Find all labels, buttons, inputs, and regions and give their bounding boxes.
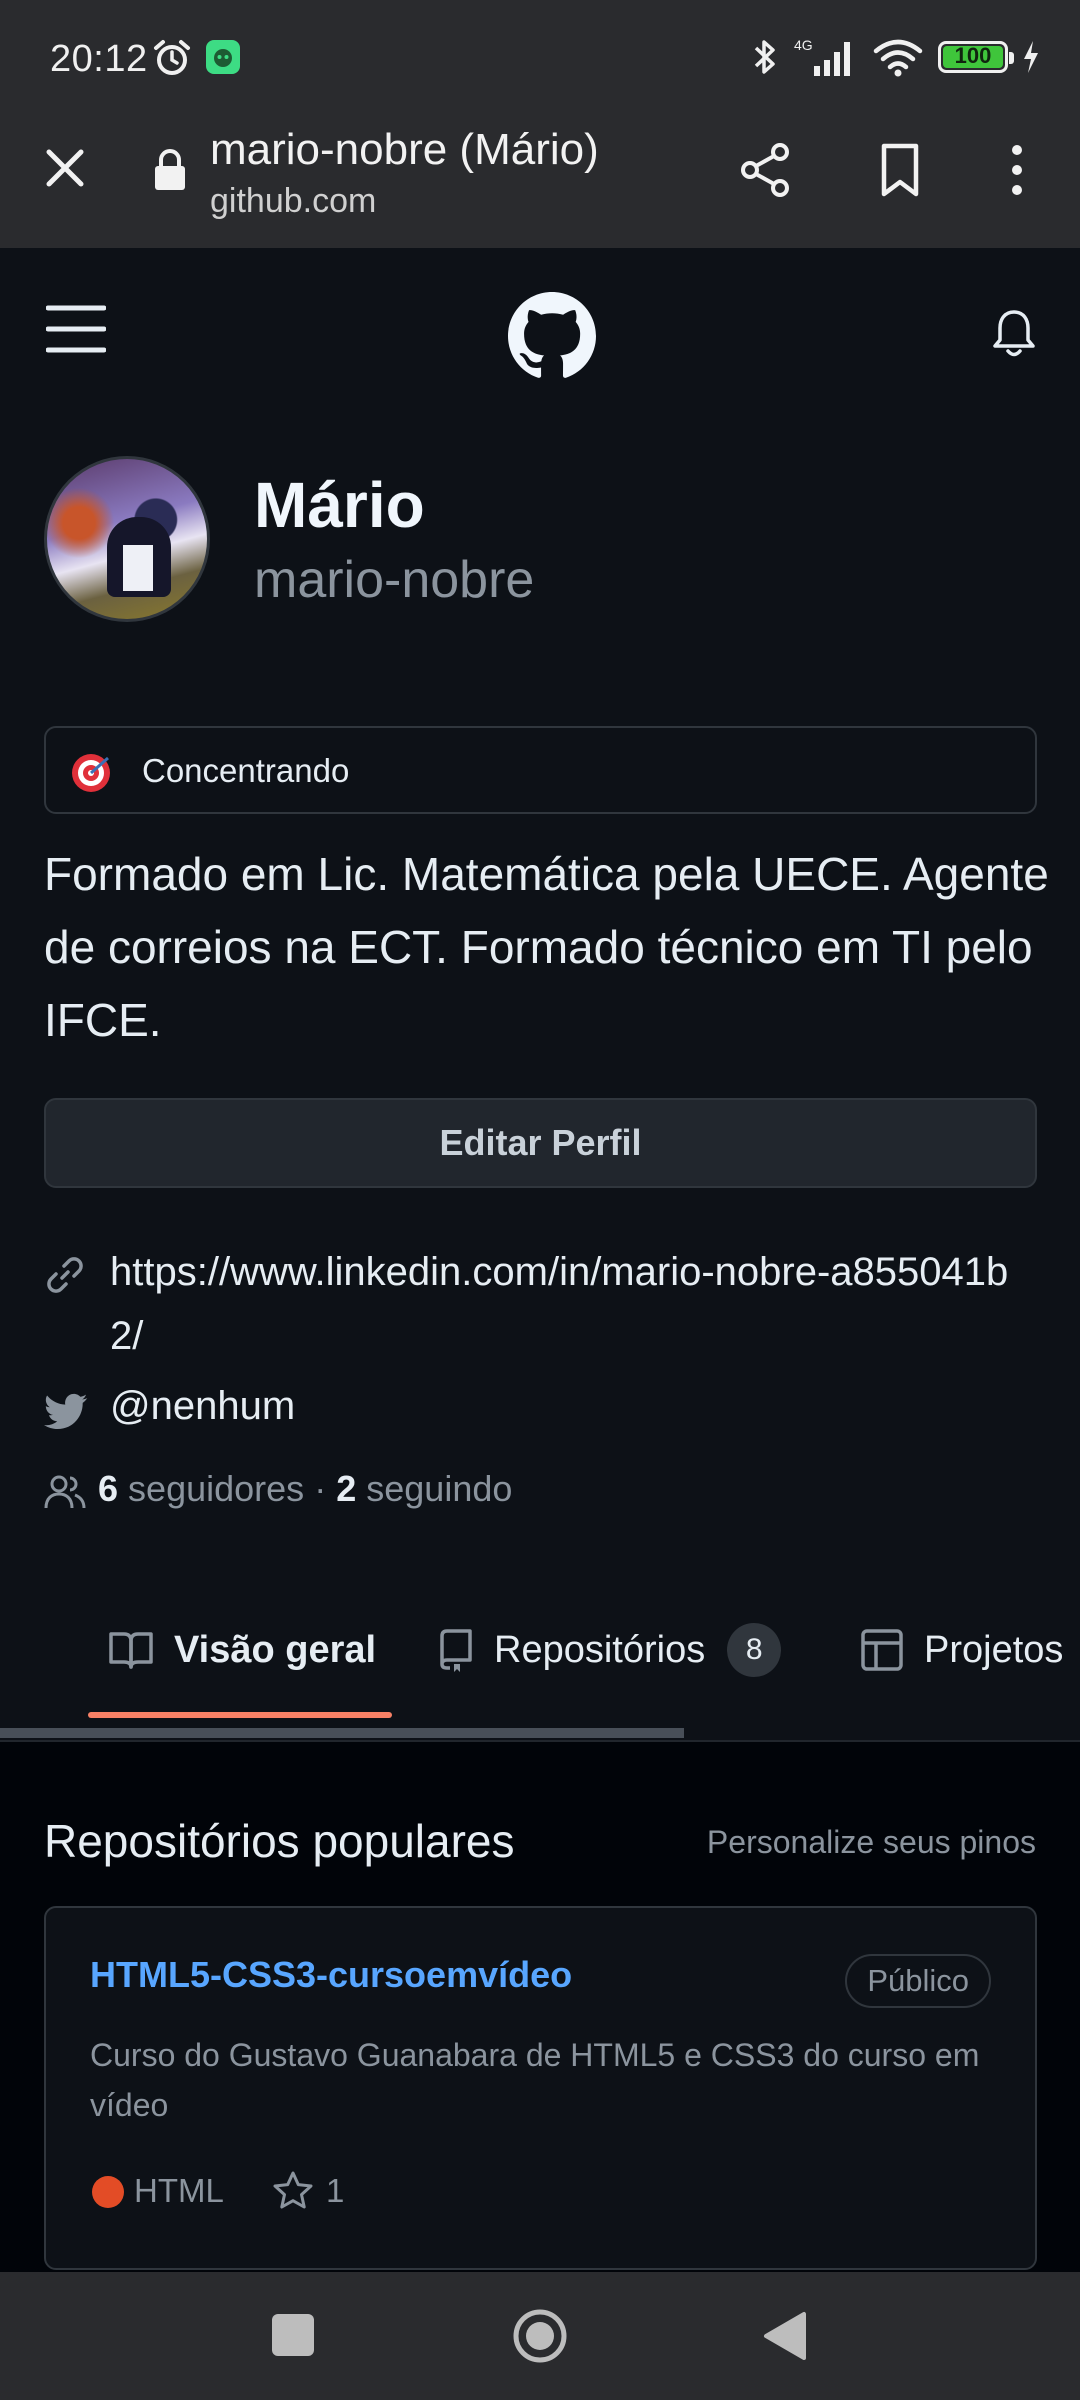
tab-projects-label: Projetos [924,1628,1064,1671]
repo-icon [440,1629,472,1672]
hamburger-menu-icon[interactable] [46,302,106,356]
alarm-icon [154,40,190,75]
follow-separator: · [314,1468,327,1509]
people-icon [44,1475,86,1509]
profile-name: Mário [254,469,425,541]
twitter-icon [44,1393,88,1430]
back-button[interactable] [760,2310,808,2362]
close-icon[interactable] [40,143,90,193]
profile-bio: Formado em Lic. Matemática pela UECE. Ag… [44,848,1049,1046]
following-count: 2 [336,1468,357,1509]
battery-icon: 100 [938,41,1014,73]
lock-icon [155,149,185,190]
svg-text:4G: 4G [794,37,813,53]
github-logo-icon[interactable] [508,292,596,380]
repo-language: HTML [134,2172,224,2209]
profile-login: mario-nobre [254,551,535,609]
app-notification-icon [206,40,240,74]
link-icon [47,1257,83,1293]
tab-projects[interactable]: Projetos [860,1610,1063,1690]
followers-count: 6 [98,1468,119,1509]
signal-icon: 4G [794,37,850,76]
following-label: seguindo [366,1468,513,1509]
home-button[interactable] [512,2308,568,2364]
repositories-counter: 8 [727,1623,782,1677]
tab-repositories-label: Repositórios [494,1628,706,1671]
status-text: Concentrando [142,752,350,789]
profile-tabs: Visão geral Repositórios 8 Projetos [0,1610,1080,1700]
more-icon[interactable] [1000,142,1034,198]
star-count: 1 [326,2172,345,2209]
followers-label: seguidores [128,1468,305,1509]
page-domain: github.com [210,182,377,220]
bookmark-icon[interactable] [872,142,928,198]
target-emoji-icon [72,754,110,792]
table-icon [861,1629,903,1671]
repo-description: Curso do Gustavo Guanabara de HTML5 e CS… [90,2037,980,2123]
star-icon[interactable] [272,2170,314,2212]
tab-repositories[interactable]: Repositórios 8 [438,1610,782,1690]
wifi-icon [873,39,923,77]
tabs-scrollbar[interactable] [0,1728,684,1738]
charging-icon [1024,41,1038,73]
twitter-handle[interactable]: @nenhum [110,1384,295,1429]
user-status[interactable]: Concentrando [44,726,1037,814]
tab-overview-label: Visão geral [174,1628,377,1671]
share-icon[interactable] [738,142,794,198]
recents-button[interactable] [272,2314,314,2356]
status-time: 20:12 [50,38,148,80]
customize-pins-link[interactable]: Personalize seus pinos [707,1824,1036,1861]
active-tab-indicator [88,1712,392,1718]
bluetooth-icon [754,40,775,74]
website-link[interactable]: https://www.linkedin.com/in/mario-nobre-… [110,1240,1010,1368]
notification-bell-icon[interactable] [992,308,1036,358]
avatar[interactable] [44,456,210,622]
book-icon [109,1632,153,1669]
edit-profile-button[interactable]: Editar Perfil [44,1098,1037,1188]
repo-name-link[interactable]: HTML5-CSS3-cursoemvídeo [90,1954,572,1996]
visibility-badge: Público [845,1954,991,2008]
repo-card[interactable]: HTML5-CSS3-cursoemvídeo Público Curso do… [44,1906,1037,2270]
tab-overview[interactable]: Visão geral [108,1610,376,1690]
language-color-dot [92,2176,124,2208]
follow-stats[interactable]: 6 seguidores · 2 seguindo [98,1468,512,1510]
popular-repos-title: Repositórios populares [44,1815,515,1867]
page-title: mario-nobre (Mário) [210,125,599,174]
